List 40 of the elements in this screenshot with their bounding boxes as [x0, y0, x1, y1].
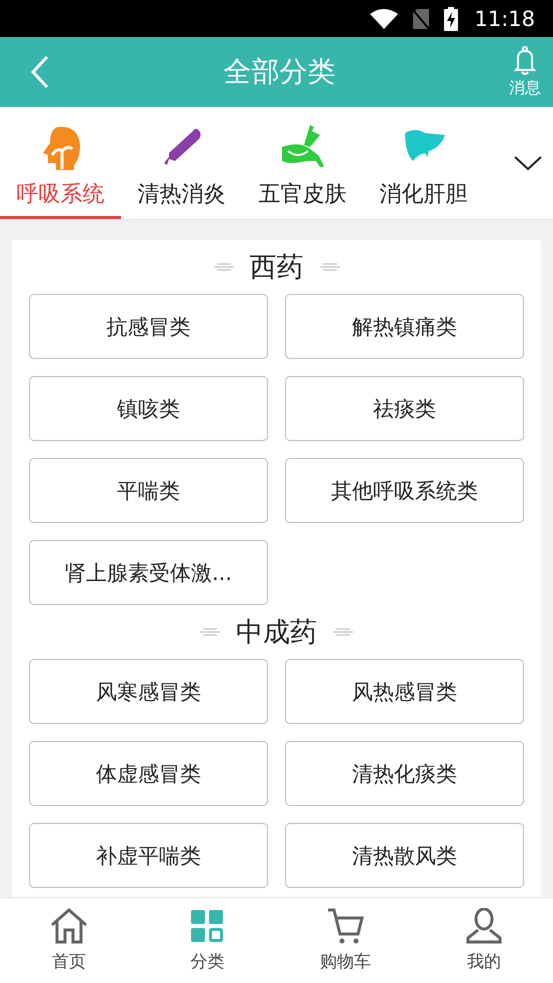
subcategory-button[interactable]: 肾上腺素受体激...	[29, 540, 268, 605]
subcategory-button[interactable]: 抗感冒类	[29, 294, 268, 359]
bell-icon	[514, 46, 536, 76]
no-sim-icon	[412, 8, 430, 30]
nav-tab[interactable]: 我的	[414, 898, 553, 983]
subcategory-button[interactable]: 体虚感冒类	[29, 741, 268, 806]
section-title: 中成药	[236, 616, 317, 650]
cart-icon	[326, 908, 365, 944]
nav-tab[interactable]: 分类	[138, 898, 276, 983]
divider-icon	[333, 627, 353, 637]
subcategory-button[interactable]: 风寒感冒类	[29, 659, 268, 724]
category-tab[interactable]: 清热消炎	[121, 107, 242, 219]
category-tab[interactable]: 消化肝胆	[363, 107, 484, 219]
subcategory-button[interactable]: 补虚平喘类	[29, 823, 268, 888]
nav-tab[interactable]: 首页	[0, 898, 138, 983]
subcategory-button[interactable]: 祛痰类	[285, 376, 524, 441]
wifi-icon	[370, 8, 398, 30]
home-icon	[50, 908, 88, 944]
subcategory-button[interactable]: 清热散风类	[285, 823, 524, 888]
page-title: 全部分类	[224, 54, 336, 90]
subcategory-button[interactable]: 其他呼吸系统类	[285, 458, 524, 523]
grid-icon	[191, 910, 224, 942]
chevron-down-icon	[513, 155, 543, 171]
subcategory-button[interactable]: 平喘类	[29, 458, 268, 523]
back-button[interactable]	[30, 55, 50, 89]
back-icon	[30, 55, 50, 89]
subcategory-button[interactable]: 清热化痰类	[285, 741, 524, 806]
category-tab[interactable]: 呼吸系统	[0, 107, 121, 219]
section-title: 西药	[250, 251, 304, 285]
divider-icon	[320, 262, 340, 272]
divider-icon	[214, 262, 234, 272]
subcategory-button[interactable]: 风热感冒类	[285, 659, 524, 724]
divider-icon	[200, 627, 220, 637]
subcategory-button[interactable]: 解热镇痛类	[285, 294, 524, 359]
nav-tab[interactable]: 购物车	[276, 898, 415, 983]
subcategory-button[interactable]: 镇咳类	[29, 376, 268, 441]
category-tab[interactable]: 五官皮肤	[242, 107, 363, 219]
person-icon	[466, 908, 502, 944]
clock: 11:18	[474, 6, 535, 30]
battery-charging-icon	[444, 6, 458, 30]
